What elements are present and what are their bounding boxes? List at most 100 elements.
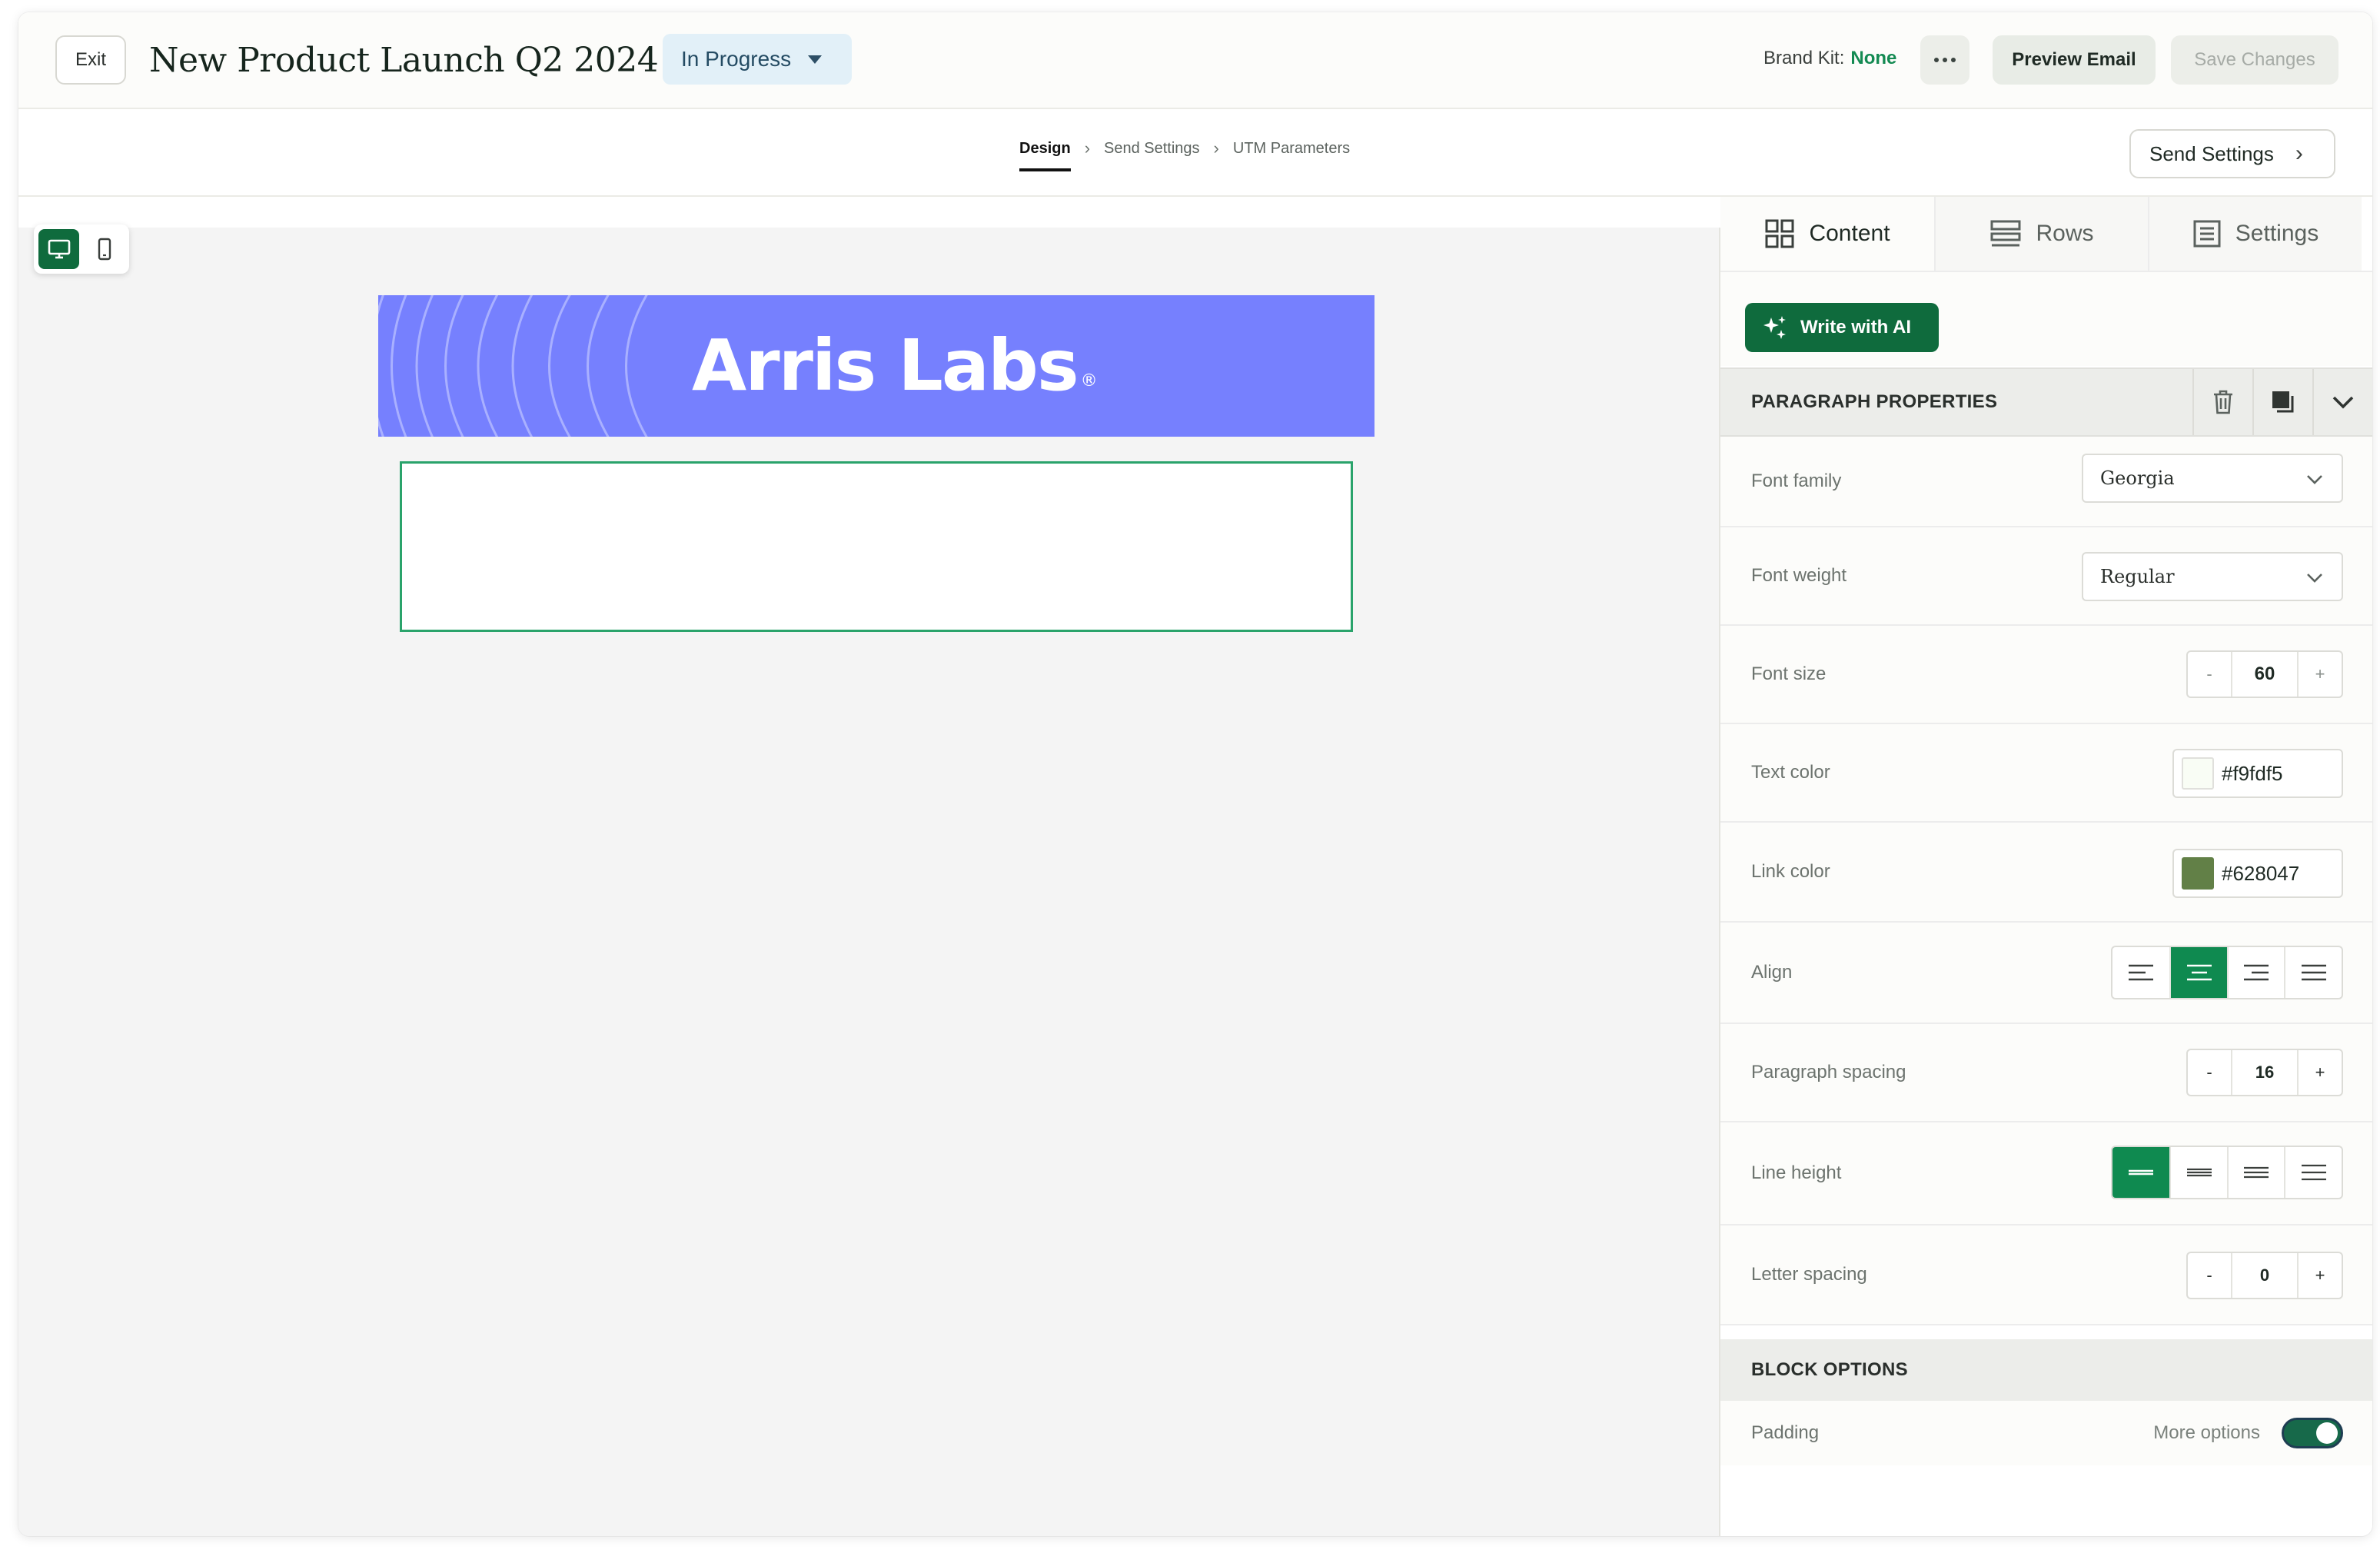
- registered-mark: ®: [1080, 371, 1098, 391]
- line-height-relaxed-icon: [2244, 1166, 2269, 1179]
- font-family-row: Font family Georgia: [1720, 437, 2372, 527]
- align-justify-icon: [2301, 964, 2326, 981]
- font-weight-value: Regular: [2100, 566, 2175, 587]
- paragraph-spacing-input[interactable]: 16: [2231, 1050, 2299, 1095]
- more-options-button[interactable]: [1920, 35, 1969, 85]
- ai-area: Write with AI: [1720, 272, 2372, 366]
- text-color-value: #f9fdf5: [2222, 761, 2283, 785]
- link-color-value: #628047: [2222, 861, 2300, 885]
- chevron-right-icon: ›: [2295, 141, 2303, 166]
- email-editor-window: Exit New Product Launch Q2 2024 In Progr…: [18, 12, 2372, 1536]
- duplicate-block-button[interactable]: [2252, 369, 2312, 435]
- properties-panel: Content Rows Settings Write with AI PARA…: [1720, 197, 2372, 1536]
- settings-doc-icon: [2193, 220, 2221, 248]
- font-size-input[interactable]: 60: [2231, 652, 2299, 697]
- tab-content[interactable]: Content: [1720, 197, 1934, 271]
- paragraph-spacing-increase-button[interactable]: +: [2299, 1050, 2342, 1095]
- tab-settings-label: Settings: [2235, 221, 2319, 246]
- line-height-tight-icon: [2129, 1169, 2154, 1176]
- line-height-segmented-control: [2111, 1146, 2343, 1199]
- font-size-stepper: - 60 +: [2186, 650, 2343, 698]
- block-actions: [2192, 369, 2372, 435]
- breadcrumb-send-settings[interactable]: Send Settings: [1104, 140, 1200, 158]
- letter-spacing-label: Letter spacing: [1751, 1264, 1867, 1285]
- brand-banner[interactable]: Arris Labs ®: [378, 295, 1374, 437]
- tab-settings[interactable]: Settings: [2148, 197, 2362, 271]
- mobile-icon: [98, 238, 111, 261]
- link-color-swatch[interactable]: [2182, 857, 2214, 890]
- line-height-label: Line height: [1751, 1162, 1842, 1183]
- align-segmented-control: [2111, 946, 2343, 999]
- more-options-toggle[interactable]: [2282, 1418, 2343, 1448]
- chevron-down-icon: [2307, 475, 2322, 484]
- font-size-increase-button[interactable]: +: [2299, 652, 2342, 697]
- link-color-row: Link color #628047: [1720, 823, 2372, 923]
- font-size-row: Font size - 60 +: [1720, 626, 2372, 724]
- font-size-decrease-button[interactable]: -: [2188, 652, 2231, 697]
- align-center-icon: [2186, 964, 2212, 981]
- tab-content-label: Content: [1809, 221, 1890, 246]
- tab-rows[interactable]: Rows: [1934, 197, 2148, 271]
- paragraph-spacing-decrease-button[interactable]: -: [2188, 1050, 2231, 1095]
- delete-block-button[interactable]: [2192, 369, 2252, 435]
- write-with-ai-label: Write with AI: [1800, 317, 1911, 338]
- caret-down-icon: [808, 55, 823, 64]
- brand-kit-label: Brand Kit:: [1763, 48, 1845, 68]
- align-center-button[interactable]: [2169, 947, 2227, 998]
- align-justify-button[interactable]: [2284, 947, 2342, 998]
- breadcrumb: Design › Send Settings › UTM Parameters: [1019, 138, 1350, 171]
- selected-paragraph-block[interactable]: [400, 461, 1353, 632]
- font-family-value: Georgia: [2100, 467, 2175, 489]
- align-left-button[interactable]: [2112, 947, 2169, 998]
- exit-button[interactable]: Exit: [55, 35, 126, 85]
- align-row: Align: [1720, 923, 2372, 1024]
- brand-kit-value[interactable]: None: [1850, 48, 1896, 69]
- text-color-input[interactable]: #f9fdf5: [2172, 749, 2343, 798]
- save-changes-button[interactable]: Save Changes: [2171, 35, 2338, 85]
- breadcrumb-bar: Design › Send Settings › UTM Parameters …: [18, 109, 2372, 197]
- mobile-view-button[interactable]: [84, 229, 125, 269]
- paragraph-properties-header: PARAGRAPH PROPERTIES: [1720, 367, 2372, 437]
- letter-spacing-row: Letter spacing - 0 +: [1720, 1225, 2372, 1325]
- line-height-normal-icon: [2186, 1168, 2212, 1177]
- brand-logo: Arris Labs ®: [692, 315, 1098, 415]
- rows-icon: [1990, 220, 2021, 247]
- collapse-section-button[interactable]: [2312, 369, 2372, 435]
- chevron-down-icon: [2307, 574, 2322, 583]
- top-header: Exit New Product Launch Q2 2024 In Progr…: [18, 12, 2372, 109]
- letter-spacing-input[interactable]: 0: [2231, 1253, 2299, 1298]
- line-height-relaxed-button[interactable]: [2226, 1147, 2285, 1198]
- line-height-normal-button[interactable]: [2169, 1147, 2227, 1198]
- font-weight-label: Font weight: [1751, 565, 1847, 586]
- padding-label: Padding: [1751, 1422, 1820, 1443]
- preview-email-button[interactable]: Preview Email: [1993, 35, 2156, 85]
- breadcrumb-design[interactable]: Design: [1019, 140, 1071, 171]
- more-options-label: More options: [2153, 1422, 2260, 1443]
- status-label: In Progress: [681, 47, 792, 71]
- font-family-select[interactable]: Georgia: [2082, 454, 2343, 503]
- font-weight-row: Font weight Regular: [1720, 527, 2372, 626]
- write-with-ai-button[interactable]: Write with AI: [1745, 303, 1939, 352]
- block-options-title: BLOCK OPTIONS: [1751, 1359, 1908, 1380]
- align-right-icon: [2244, 964, 2269, 981]
- text-color-label: Text color: [1751, 762, 1830, 783]
- email-canvas: Arris Labs ®: [18, 197, 1720, 1536]
- letter-spacing-increase-button[interactable]: +: [2299, 1253, 2342, 1298]
- desktop-icon: [48, 239, 70, 259]
- status-dropdown[interactable]: In Progress: [663, 34, 852, 85]
- text-color-swatch[interactable]: [2182, 757, 2214, 790]
- text-color-row: Text color #f9fdf5: [1720, 724, 2372, 823]
- line-height-loose-button[interactable]: [2284, 1147, 2342, 1198]
- breadcrumb-utm-parameters[interactable]: UTM Parameters: [1233, 140, 1350, 158]
- font-weight-select[interactable]: Regular: [2082, 552, 2343, 601]
- chevron-right-icon: ›: [1084, 138, 1091, 158]
- link-color-input[interactable]: #628047: [2172, 849, 2343, 898]
- align-right-button[interactable]: [2226, 947, 2285, 998]
- line-height-tight-button[interactable]: [2112, 1147, 2170, 1198]
- letter-spacing-decrease-button[interactable]: -: [2188, 1253, 2231, 1298]
- block-options-header: BLOCK OPTIONS: [1720, 1339, 2372, 1401]
- next-step-button[interactable]: Send Settings ›: [2129, 129, 2335, 178]
- brand-kit-indicator[interactable]: Brand Kit: None: [1763, 43, 1896, 74]
- tab-rows-label: Rows: [2036, 221, 2094, 246]
- desktop-view-button[interactable]: [38, 229, 79, 269]
